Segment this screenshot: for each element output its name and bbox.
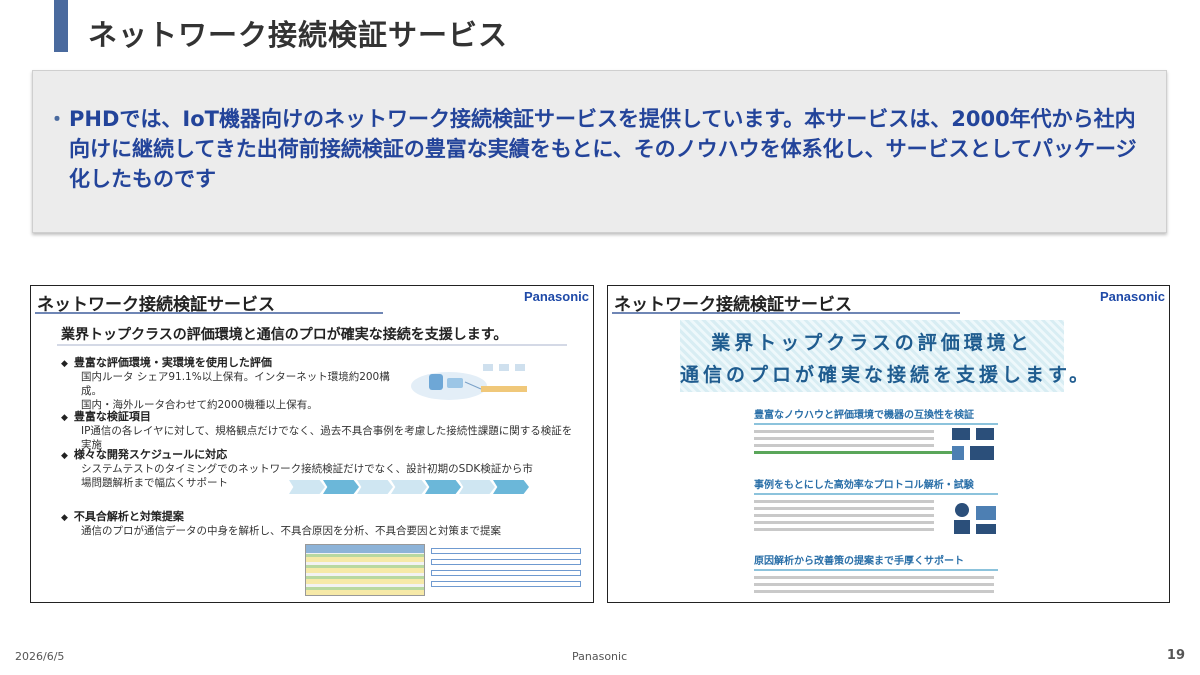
flow-step [493, 480, 529, 494]
flow-step [459, 480, 495, 494]
description-text: PHDでは、IoT機器向けのネットワーク接続検証サービスを提供しています。本サー… [69, 107, 1137, 191]
service-slide-thumbnail-right: ネットワーク接続検証サービス Panasonic 業界トップクラスの評価環境と … [607, 285, 1170, 603]
feature-body: 国内ルータ シェア91.1%以上保有。インターネット環境約200構成。 国内・海… [81, 371, 390, 411]
feature-heading: 不具合解析と対策提案 [61, 508, 581, 524]
section-heading: 原因解析から改善策の提案まで手厚くサポート [754, 552, 998, 571]
section-body-lines [754, 500, 934, 531]
description-callout: ・ PHDでは、IoT機器向けのネットワーク接続検証サービスを提供しています。本… [32, 70, 1167, 233]
service-slide-thumbnail-left: ネットワーク接続検証サービス Panasonic 業界トップクラスの評価環境と通… [30, 285, 594, 603]
feature-item: 不具合解析と対策提案 通信のプロが通信データの中身を解析し、不具合原因を分析、不… [61, 508, 581, 538]
network-environment-illustration [411, 364, 527, 400]
analysis-icon [954, 503, 996, 534]
report-annotations [431, 548, 581, 592]
flow-step [323, 480, 359, 494]
bullet-glyph: ・ [47, 107, 67, 131]
feature-heading: 豊富な検証項目 [61, 408, 581, 424]
section-heading: 豊富なノウハウと評価環境で機器の互換性を検証 [754, 406, 998, 425]
section-heading: 事例をもとにした高効率なプロトコル解析・試験 [754, 476, 998, 495]
panasonic-logo: Panasonic [1099, 289, 1165, 304]
tagline-banner: 業界トップクラスの評価環境と 通信のプロが確実な接続を支援します。 [680, 320, 1093, 392]
section-body-lines [754, 576, 994, 593]
banner-line: 業界トップクラスの評価環境と [711, 332, 1033, 354]
service-flow-diagram [289, 474, 559, 498]
feature-section: 原因解析から改善策の提案まで手厚くサポート [754, 552, 998, 597]
title-underline [35, 312, 384, 314]
report-table-image [305, 544, 425, 596]
thumbnail-subtitle: 業界トップクラスの評価環境と通信のプロが確実な接続を支援します。 [61, 327, 508, 343]
feature-body: 通信のプロが通信データの中身を解析し、不具合原因を分析、不具合要因と対策まで提案 [81, 525, 501, 537]
flow-step [289, 480, 325, 494]
banner-line: 通信のプロが確実な接続を支援します。 [680, 364, 1093, 386]
title-accent-bar [54, 0, 68, 52]
section-highlight-line [754, 451, 954, 454]
section-body-lines [754, 430, 934, 447]
panasonic-logo: Panasonic [523, 289, 589, 304]
flow-step [357, 480, 393, 494]
flow-step [391, 480, 427, 494]
flow-step [425, 480, 461, 494]
slide-title: ネットワーク接続検証サービス [88, 18, 509, 52]
title-underline [612, 312, 960, 314]
page-number: 19 [1166, 648, 1185, 663]
devices-icon [952, 428, 994, 460]
subtitle-underline [57, 344, 567, 346]
footer-date: 2026/6/5 [15, 650, 65, 663]
footer-brand: Panasonic [572, 650, 628, 663]
feature-heading: 様々な開発スケジュールに対応 [61, 446, 581, 462]
